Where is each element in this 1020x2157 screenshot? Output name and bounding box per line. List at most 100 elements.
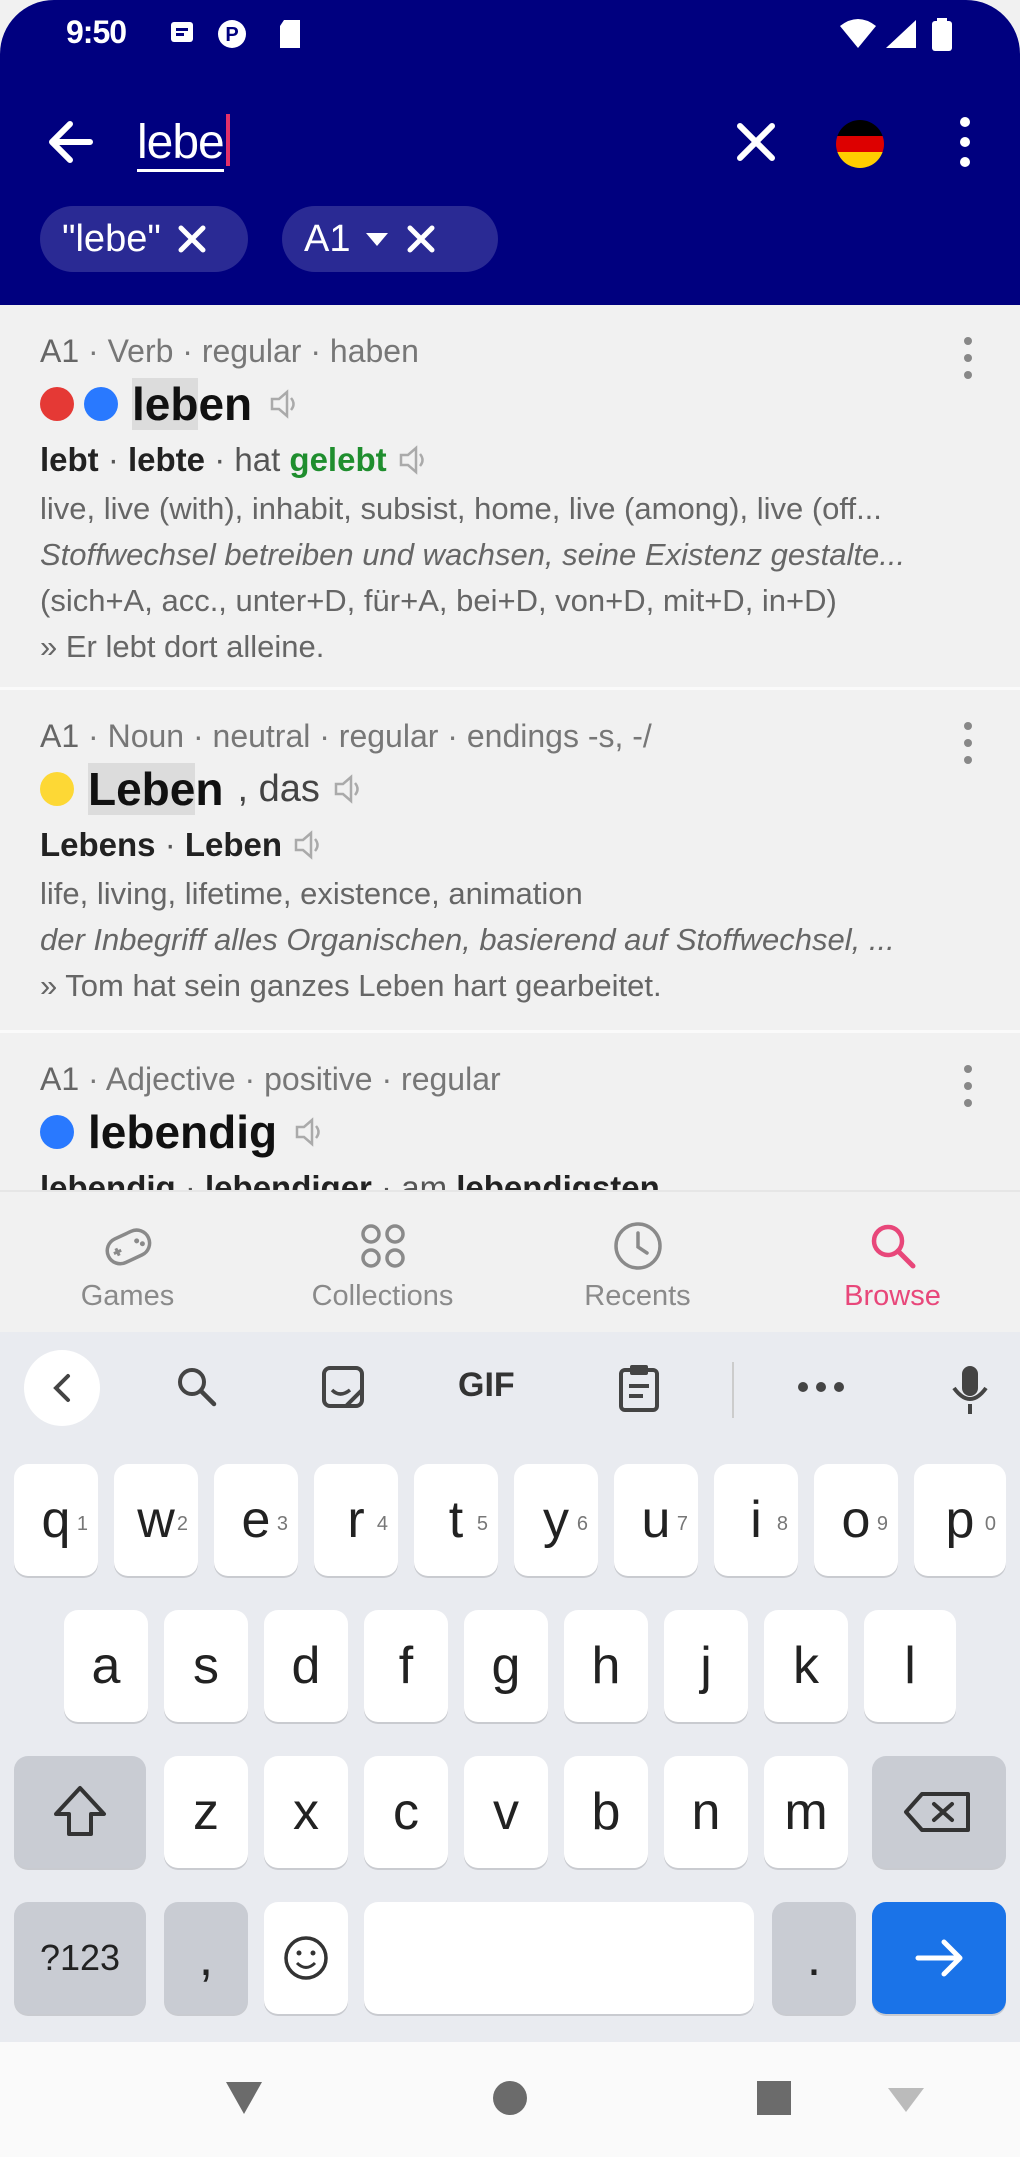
key-e[interactable]: e3	[214, 1464, 298, 1576]
arrow-right-icon	[915, 1939, 963, 1977]
keyboard-collapse-button[interactable]	[24, 1350, 100, 1426]
back-arrow-icon[interactable]	[40, 112, 100, 172]
notification-icon: P	[218, 20, 246, 48]
entry-meta: A1 · Adjective · positive · regular	[40, 1061, 501, 1097]
bottom-navigation: Games Collections Recents Browse	[0, 1190, 1020, 1334]
speaker-icon[interactable]	[330, 771, 366, 807]
tab-label: Collections	[311, 1280, 454, 1312]
nav-home-icon[interactable]	[490, 2078, 530, 2118]
tab-browse[interactable]: Browse	[765, 1192, 1020, 1334]
entry-overflow-icon[interactable]	[960, 335, 976, 381]
nav-recents-icon[interactable]	[756, 2080, 792, 2116]
key-w[interactable]: w2	[114, 1464, 198, 1576]
symbols-key[interactable]: ?123	[14, 1902, 146, 2014]
key-u[interactable]: u7	[614, 1464, 698, 1576]
headword: Leben	[88, 763, 224, 815]
battery-icon	[932, 18, 952, 51]
nav-back-icon[interactable]	[224, 2080, 264, 2116]
entry-overflow-icon[interactable]	[960, 720, 976, 766]
search-query-text: lebe	[137, 116, 225, 172]
entry-meta: A1 · Noun · neutral · regular · endings …	[40, 718, 652, 754]
key-s[interactable]: s	[164, 1610, 248, 1722]
speaker-icon[interactable]	[395, 442, 431, 478]
key-h[interactable]: h	[564, 1610, 648, 1722]
key-n[interactable]: n	[664, 1756, 748, 1868]
result-item-leben-noun[interactable]: A1 · Noun · neutral · regular · endings …	[0, 690, 1020, 1033]
entry-definition: der Inbegriff alles Organischen, basiere…	[40, 922, 895, 957]
clear-search-icon[interactable]	[728, 114, 784, 170]
key-z[interactable]: z	[164, 1756, 248, 1868]
key-m[interactable]: m	[764, 1756, 848, 1868]
key-a[interactable]: a	[64, 1610, 148, 1722]
key-i[interactable]: i8	[714, 1464, 798, 1576]
toolbar-divider	[732, 1362, 734, 1418]
key-y[interactable]: y6	[514, 1464, 598, 1576]
key-l[interactable]: l	[864, 1610, 956, 1722]
shift-key[interactable]	[14, 1756, 146, 1868]
close-icon[interactable]	[404, 222, 438, 256]
key-f[interactable]: f	[364, 1610, 448, 1722]
signal-icon	[886, 20, 916, 48]
key-j[interactable]: j	[664, 1610, 748, 1722]
key-c[interactable]: c	[364, 1756, 448, 1868]
entry-meta: A1 · Verb · regular · haben	[40, 333, 419, 369]
entry-overflow-icon[interactable]	[960, 1063, 976, 1109]
language-flag-icon[interactable]	[836, 120, 884, 168]
search-input[interactable]: lebe	[137, 114, 230, 172]
result-item-leben-verb[interactable]: A1 · Verb · regular · haben leben lebt ·…	[0, 305, 1020, 690]
wifi-icon	[840, 19, 876, 48]
key-r[interactable]: r4	[314, 1464, 398, 1576]
emoji-key[interactable]	[264, 1902, 348, 2014]
entry-example: » Tom hat sein ganzes Leben hart gearbei…	[40, 968, 662, 1003]
enter-key[interactable]	[872, 1902, 1006, 2014]
games-icon	[105, 1228, 152, 1266]
key-b[interactable]: b	[564, 1756, 648, 1868]
key-d[interactable]: d	[264, 1610, 348, 1722]
soft-keyboard: GIF q1 w2 e3 r4 t5 y6 u7 i8 o9 p0 a s d …	[0, 1332, 1020, 2042]
speaker-icon[interactable]	[290, 827, 326, 863]
entry-headword: Leben , das	[40, 762, 366, 816]
speaker-icon[interactable]	[291, 1114, 327, 1150]
period-key[interactable]: .	[772, 1902, 856, 2014]
close-icon[interactable]	[175, 222, 209, 256]
chevron-down-icon[interactable]	[364, 229, 390, 249]
speaker-icon[interactable]	[266, 386, 302, 422]
search-icon	[871, 1224, 916, 1269]
svg-text:P: P	[225, 24, 238, 46]
entry-example: » Er lebt dort alleine.	[40, 629, 325, 664]
more-horizontal-icon[interactable]	[796, 1380, 846, 1394]
key-v[interactable]: v	[464, 1756, 548, 1868]
tab-label: Games	[80, 1280, 175, 1312]
entry-forms: lebt · lebte · hat gelebt	[40, 441, 431, 479]
search-icon[interactable]	[172, 1362, 222, 1412]
category-dot	[40, 1115, 74, 1149]
key-o[interactable]: o9	[814, 1464, 898, 1576]
key-x[interactable]: x	[264, 1756, 348, 1868]
microphone-icon[interactable]	[948, 1362, 992, 1418]
space-key[interactable]	[364, 1902, 754, 2014]
filter-chip-query[interactable]: "lebe"	[40, 206, 248, 272]
backspace-key[interactable]	[872, 1756, 1006, 1868]
result-item-lebendig[interactable]: A1 · Adjective · positive · regular lebe…	[0, 1033, 1020, 1190]
sticker-icon[interactable]	[318, 1362, 370, 1412]
tab-recents[interactable]: Recents	[510, 1192, 765, 1334]
overflow-menu-icon[interactable]	[950, 114, 980, 170]
key-k[interactable]: k	[764, 1610, 848, 1722]
results-list: A1 · Verb · regular · haben leben lebt ·…	[0, 305, 1020, 1190]
key-q[interactable]: q1	[14, 1464, 98, 1576]
gif-button[interactable]: GIF	[458, 1366, 515, 1405]
entry-forms: Lebens · Leben	[40, 826, 326, 864]
entry-forms: lebendig · lebendiger · am lebendigsten	[40, 1169, 660, 1190]
keyboard-hide-icon[interactable]	[886, 2086, 926, 2114]
key-t[interactable]: t5	[414, 1464, 498, 1576]
key-p[interactable]: p0	[914, 1464, 1006, 1576]
tab-collections[interactable]: Collections	[255, 1192, 510, 1334]
category-dot	[40, 387, 74, 421]
comma-key[interactable]: ,	[164, 1902, 248, 2014]
clipboard-icon[interactable]	[616, 1362, 662, 1414]
tab-games[interactable]: Games	[0, 1192, 255, 1334]
message-icon	[171, 22, 193, 42]
key-g[interactable]: g	[464, 1610, 548, 1722]
tab-label: Browse	[844, 1280, 941, 1312]
filter-chip-level[interactable]: A1	[282, 206, 498, 272]
